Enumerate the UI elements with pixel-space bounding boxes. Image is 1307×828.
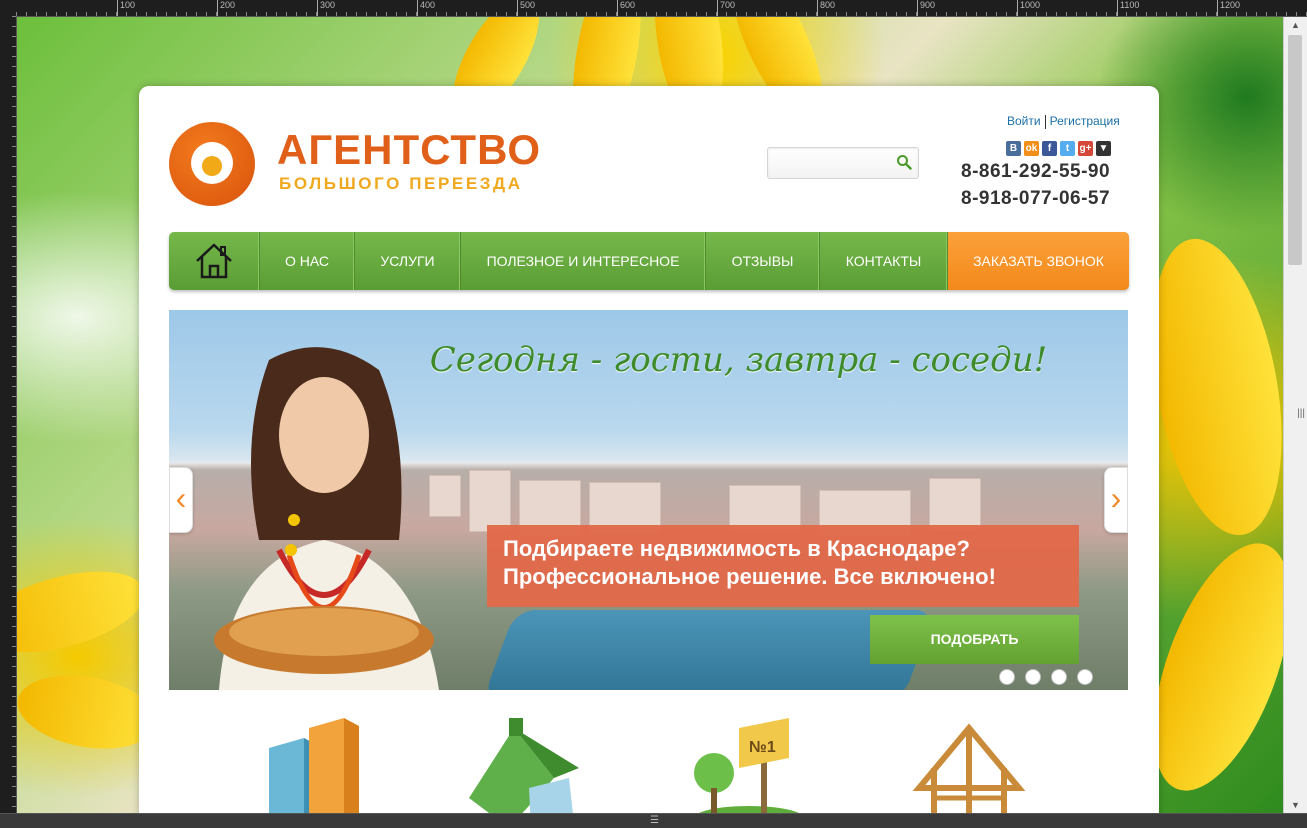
odnoklassniki-icon[interactable]: ok: [1024, 141, 1039, 156]
auth-links: Войти Регистрация: [1007, 114, 1120, 129]
search-box: [767, 147, 919, 179]
site-logo[interactable]: АГЕНТСТВО БОЛЬШОГО ПЕРЕЕЗДА: [169, 122, 549, 206]
ruler-mark: 200: [217, 0, 235, 16]
services-icons: №1: [169, 718, 1129, 814]
side-resize-handle-icon[interactable]: |||: [1297, 408, 1305, 419]
badge-number-one: №1: [749, 739, 776, 756]
ruler-mark: 600: [617, 0, 635, 16]
offer-line-1: Подбираете недвижимость в Краснодаре?: [503, 536, 970, 561]
ruler-mark: 1100: [1117, 0, 1139, 16]
hostess-image: [214, 347, 439, 690]
apartment-building-icon[interactable]: [249, 718, 379, 814]
pick-property-button[interactable]: ПОДОБРАТЬ: [870, 615, 1079, 664]
river: [482, 610, 936, 690]
phone-1[interactable]: 8-861-292-55-90: [961, 158, 1110, 185]
callback-button[interactable]: ЗАКАЗАТЬ ЗВОНОК: [948, 232, 1129, 290]
slider-prev-button[interactable]: ‹: [169, 467, 193, 533]
ruler-mark: 800: [817, 0, 835, 16]
ruler-mark: 1000: [1017, 0, 1040, 16]
ruler-mark: 100: [117, 0, 135, 16]
scroll-up-arrow-icon[interactable]: ▲: [1284, 17, 1307, 34]
ruler-mark: 900: [917, 0, 935, 16]
bottom-status-bar: ☰: [0, 813, 1307, 828]
auth-divider: [1044, 114, 1046, 129]
ruler-mark: 500: [517, 0, 535, 16]
site-card: АГЕНТСТВО БОЛЬШОГО ПЕРЕЕЗДА Войти Регистр…: [139, 86, 1159, 814]
sunflower-petal: [17, 556, 154, 668]
google-plus-icon[interactable]: g+: [1078, 141, 1093, 156]
logo-mark-icon: [169, 122, 255, 206]
nav-services[interactable]: УСЛУГИ: [355, 232, 461, 290]
land-plot-badge-icon[interactable]: №1: [689, 718, 819, 814]
nav-useful[interactable]: ПОЛЕЗНОЕ И ИНТЕРЕСНОЕ: [461, 232, 706, 290]
twitter-icon[interactable]: t: [1060, 141, 1075, 156]
nav-about[interactable]: О НАС: [260, 232, 355, 290]
nav-contacts[interactable]: КОНТАКТЫ: [820, 232, 948, 290]
home-icon: [196, 243, 232, 279]
nav-home[interactable]: [169, 232, 260, 290]
phone-numbers: 8-861-292-55-90 8-918-077-06-57: [961, 158, 1110, 212]
vk-icon[interactable]: B: [1006, 141, 1021, 156]
slider-dot[interactable]: [1025, 669, 1041, 685]
ruler-mark: 400: [417, 0, 435, 16]
phone-2[interactable]: 8-918-077-06-57: [961, 185, 1110, 212]
logo-title: АГЕНТСТВО: [277, 126, 542, 173]
register-link[interactable]: Регистрация: [1050, 114, 1120, 128]
slider-next-button[interactable]: ›: [1104, 467, 1128, 533]
more-icon[interactable]: ▼: [1096, 141, 1111, 156]
slider-offer: Подбираете недвижимость в Краснодаре? Пр…: [487, 525, 1079, 607]
house-frame-icon[interactable]: [899, 718, 1029, 814]
facebook-icon[interactable]: f: [1042, 141, 1057, 156]
slider-dot[interactable]: [999, 669, 1015, 685]
social-share: Bok f t g+ ▼: [1006, 138, 1114, 156]
nav-reviews[interactable]: ОТЗЫВЫ: [706, 232, 820, 290]
slider-dot[interactable]: [1077, 669, 1093, 685]
scrollbar-thumb[interactable]: [1288, 35, 1302, 265]
ruler-mark: 300: [317, 0, 335, 16]
main-nav: О НАС УСЛУГИ ПОЛЕЗНОЕ И ИНТЕРЕСНОЕ ОТЗЫВ…: [169, 232, 1129, 290]
ruler-horizontal: 100 200 300 400 500 600 700 800 900 1000…: [0, 0, 1307, 17]
slider-dot[interactable]: [1051, 669, 1067, 685]
offer-line-2: Профессиональное решение. Все включено!: [503, 564, 996, 589]
ruler-mark: 1200: [1217, 0, 1240, 16]
logo-subtitle: БОЛЬШОГО ПЕРЕЕЗДА: [279, 174, 523, 193]
city-building: [469, 470, 511, 532]
resize-handle-icon[interactable]: ☰: [650, 815, 659, 826]
ruler-mark: 700: [717, 0, 735, 16]
slider-dots: [999, 669, 1128, 690]
page-viewport: АГЕНТСТВО БОЛЬШОГО ПЕРЕЕЗДА Войти Регистр…: [17, 17, 1284, 814]
scroll-down-arrow-icon[interactable]: ▼: [1284, 797, 1307, 814]
hero-slider: Сегодня - гости, завтра - соседи! ‹ › По…: [169, 310, 1128, 690]
city-building: [929, 478, 981, 530]
ruler-ticks: [16, 0, 1307, 16]
search-icon[interactable]: [896, 154, 912, 170]
login-link[interactable]: Войти: [1007, 114, 1041, 128]
ruler-vertical: [0, 16, 17, 828]
house-icon[interactable]: [459, 718, 589, 814]
search-input[interactable]: [772, 152, 894, 176]
